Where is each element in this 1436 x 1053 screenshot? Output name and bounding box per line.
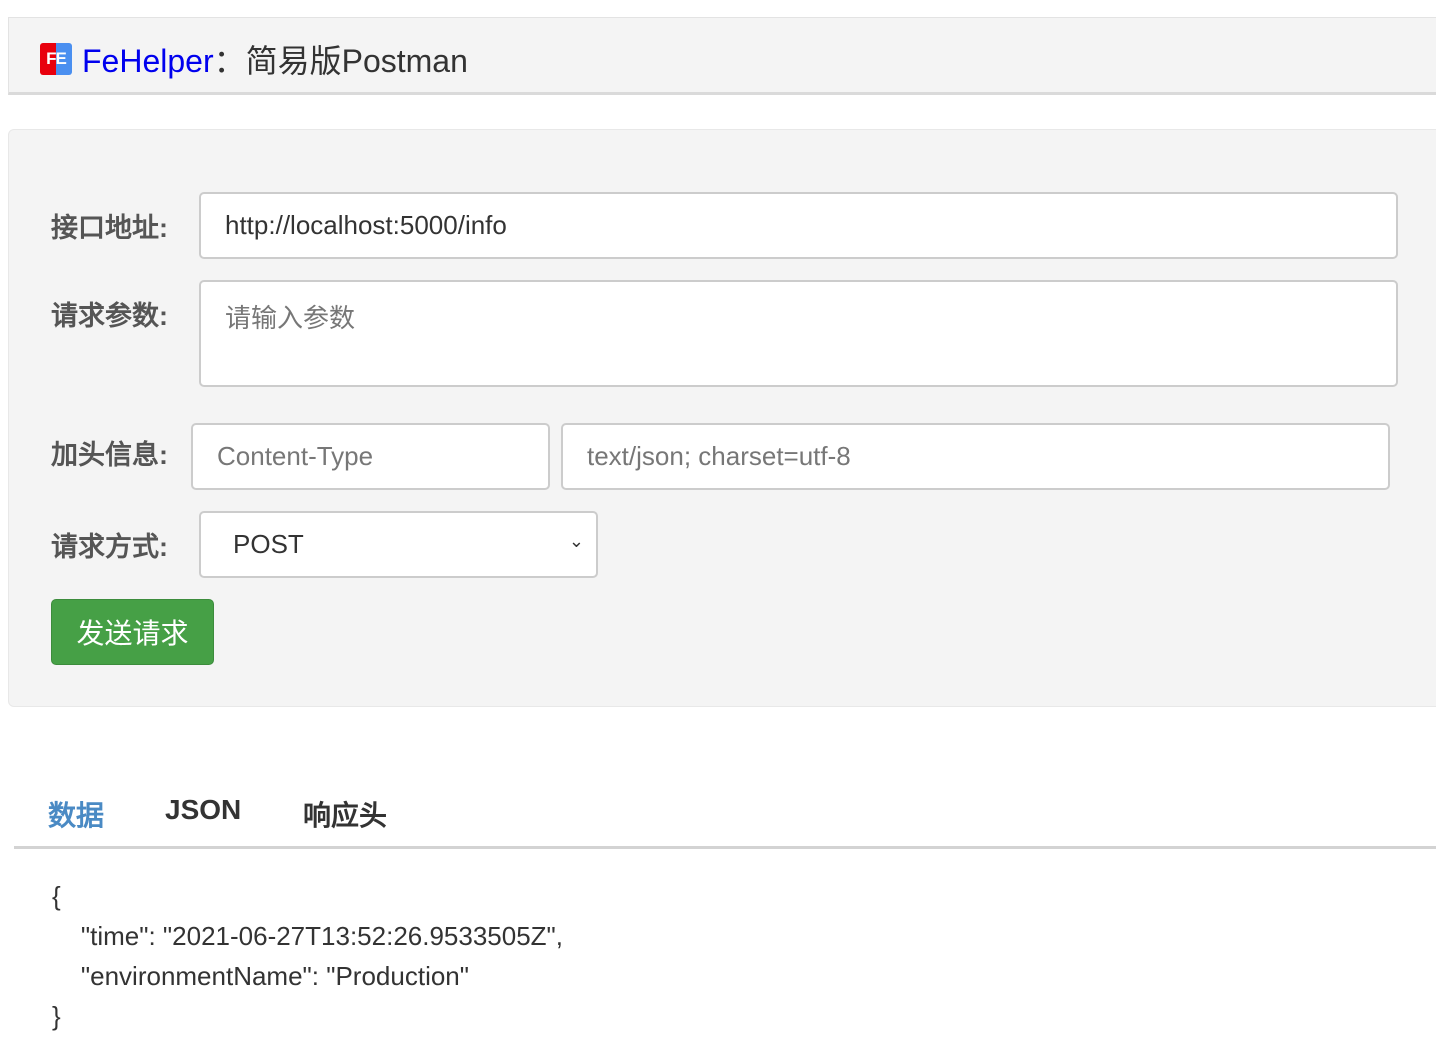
- page-header: FE FeHelper：简易版Postman: [8, 17, 1436, 95]
- request-panel: 接口地址: http://localhost:5000/info 请求参数: 请…: [8, 129, 1436, 707]
- method-select[interactable]: POST ⌄: [199, 511, 598, 578]
- code-line: "time": "2021-06-27T13:52:26.9533505Z",: [52, 921, 564, 951]
- tab-data[interactable]: 数据: [48, 794, 104, 834]
- tab-response-headers[interactable]: 响应头: [303, 794, 387, 834]
- chevron-down-icon: ⌄: [568, 531, 584, 551]
- method-label: 请求方式:: [51, 532, 168, 562]
- params-textarea[interactable]: 请输入参数: [199, 280, 1398, 387]
- method-value: POST: [233, 529, 304, 559]
- tab-json[interactable]: JSON: [165, 794, 241, 826]
- params-label: 请求参数:: [51, 301, 168, 331]
- title-text: ：简易版Postman: [213, 43, 468, 79]
- code-line: {: [52, 881, 61, 911]
- header-label: 加头信息:: [51, 440, 168, 470]
- header-value-input[interactable]: text/json; charset=utf-8: [561, 423, 1390, 490]
- url-label: 接口地址:: [51, 213, 168, 243]
- fehelper-logo-icon: FE: [40, 43, 72, 75]
- code-line: "environmentName": "Production": [52, 961, 469, 991]
- code-line: }: [52, 1001, 61, 1031]
- url-input[interactable]: http://localhost:5000/info: [199, 192, 1398, 259]
- response-tabs: 数据 JSON 响应头: [14, 780, 1436, 849]
- page-title: FeHelper：简易版Postman: [82, 36, 468, 82]
- send-request-button[interactable]: 发送请求: [51, 599, 214, 665]
- response-body: { "time": "2021-06-27T13:52:26.9533505Z"…: [52, 876, 563, 1036]
- header-key-input[interactable]: Content-Type: [191, 423, 550, 490]
- brand-name: FeHelper: [82, 43, 214, 79]
